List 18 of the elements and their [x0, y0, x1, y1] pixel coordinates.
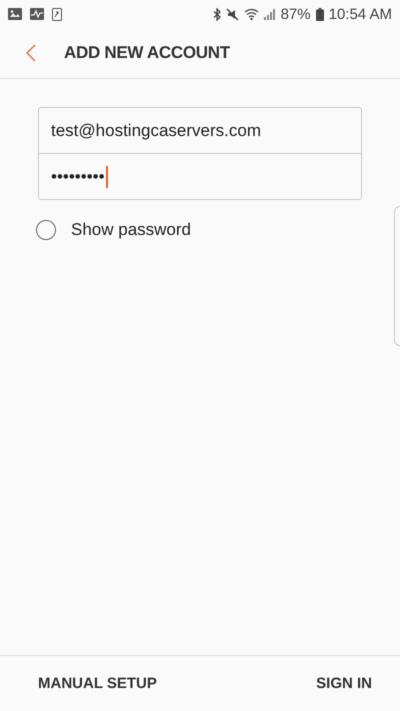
phone-icon	[52, 8, 62, 20]
signal-icon	[264, 8, 276, 20]
battery-percent: 87%	[280, 6, 311, 22]
clock: 10:54 AM	[328, 6, 392, 22]
bluetooth-icon	[212, 8, 221, 20]
manual-setup-button[interactable]: MANUAL SETUP	[24, 667, 171, 700]
email-field[interactable]: test@hostingcaservers.com	[39, 108, 361, 153]
back-icon	[26, 44, 36, 62]
radio-button[interactable]	[36, 220, 56, 240]
show-password-option[interactable]: Show password	[36, 220, 192, 240]
screen-title: ADD NEW ACCOUNT	[64, 43, 230, 63]
pulse-icon	[30, 8, 44, 20]
battery-icon	[316, 8, 324, 20]
mute-icon	[226, 8, 239, 20]
password-field[interactable]: •••••••••	[39, 153, 361, 199]
wifi-icon	[244, 8, 259, 20]
sign-in-button[interactable]: SIGN IN	[302, 667, 386, 700]
image-icon	[8, 8, 22, 20]
